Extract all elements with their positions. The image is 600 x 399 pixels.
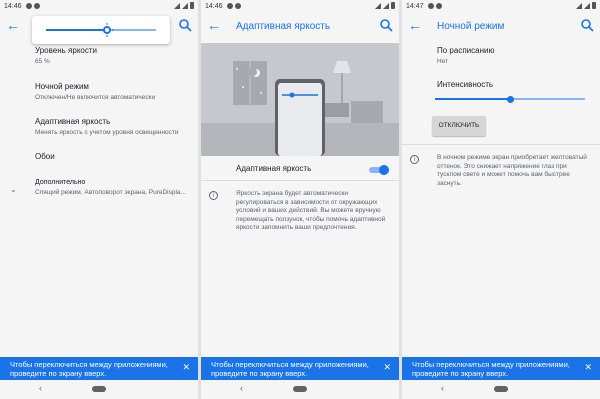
battery-icon — [592, 2, 596, 9]
signal-icon — [182, 2, 188, 9]
adaptive-brightness-illustration — [201, 43, 399, 156]
setting-intensity: Интенсивность — [402, 80, 600, 89]
back-arrow-icon[interactable]: ← — [408, 18, 422, 32]
setting-title: По расписанию — [437, 46, 495, 55]
home-pill-icon[interactable] — [92, 386, 106, 392]
setting-title: Обои — [35, 152, 55, 161]
setting-adaptive-brightness[interactable]: Адаптивная яркость Менять яркость с учет… — [0, 117, 198, 136]
snackbar-text: Чтобы переключиться между приложениями, … — [211, 360, 369, 378]
setting-subtitle: Нет — [437, 58, 449, 65]
nav-back-icon[interactable]: ‹ — [39, 383, 42, 393]
signal-icon — [584, 2, 590, 9]
close-icon[interactable]: ✕ — [584, 363, 592, 372]
wifi-icon — [375, 2, 381, 9]
brightness-popup — [32, 16, 170, 44]
status-time: 14:46 — [4, 2, 22, 10]
setting-title: Дополнительно — [35, 179, 86, 186]
search-icon[interactable] — [178, 18, 192, 32]
setting-advanced[interactable]: Дополнительно Спящий режим, Автоповорот … — [0, 179, 198, 196]
app-bar: ← Ночной режим — [402, 12, 600, 42]
night-mode-screen: 14:47 ← Ночной режим По расписанию Нет И… — [402, 0, 600, 399]
nav-back-icon[interactable]: ‹ — [441, 383, 444, 393]
close-icon[interactable]: ✕ — [383, 363, 391, 372]
close-icon[interactable]: ✕ — [182, 363, 190, 372]
shield-icon — [234, 3, 241, 9]
app-bar: ← Адаптивная яркость — [201, 12, 399, 42]
search-icon[interactable] — [580, 18, 594, 32]
info-icon: i — [410, 155, 419, 164]
home-pill-icon[interactable] — [293, 386, 307, 392]
snackbar-text: Чтобы переключиться между приложениями, … — [412, 360, 570, 378]
adaptive-brightness-toggle[interactable] — [369, 165, 389, 175]
setting-subtitle: Менять яркость с учетом уровня освещенно… — [35, 129, 179, 136]
page-title: Ночной режим — [437, 21, 505, 32]
page-title: Адаптивная яркость — [236, 21, 331, 32]
gesture-hint-snackbar: Чтобы переключиться между приложениями, … — [201, 357, 399, 380]
intensity-slider-fill — [435, 98, 510, 100]
battery-icon — [190, 2, 194, 9]
status-time: 14:46 — [205, 2, 223, 10]
shield-icon — [435, 3, 442, 9]
divider — [201, 180, 399, 181]
navigation-bar: ‹ — [201, 380, 399, 399]
setting-title: Ночной режим — [35, 82, 89, 91]
home-pill-icon[interactable] — [494, 386, 508, 392]
intensity-label: Интенсивность — [437, 80, 494, 89]
back-arrow-icon[interactable]: ← — [207, 18, 221, 32]
navigation-bar: ‹ — [0, 380, 198, 399]
back-arrow-icon[interactable]: ← — [6, 18, 20, 32]
notification-icon — [427, 3, 434, 9]
gesture-hint-snackbar: Чтобы переключиться между приложениями, … — [402, 357, 600, 380]
divider — [402, 144, 600, 145]
status-bar: 14:46 — [201, 0, 399, 12]
setting-subtitle: Отключен/Не включится автоматически — [35, 94, 156, 101]
battery-icon — [391, 2, 395, 9]
setting-subtitle: Спящий режим, Автоповорот экрана, PureDi… — [35, 189, 186, 196]
navigation-bar: ‹ — [402, 380, 600, 399]
wifi-icon — [576, 2, 582, 9]
setting-brightness-level[interactable]: Уровень яркости 65 % — [0, 46, 198, 65]
status-bar: 14:47 — [402, 0, 600, 12]
status-bar: 14:46 — [0, 0, 198, 12]
adaptive-brightness-screen: 14:46 ← Адаптивная яркость Адаптивная яр — [201, 0, 399, 399]
disable-button[interactable]: ОТКЛЮЧИТЬ — [432, 116, 486, 136]
shield-icon — [33, 3, 40, 9]
setting-schedule[interactable]: По расписанию Нет — [402, 46, 600, 65]
setting-subtitle: 65 % — [35, 58, 50, 65]
toggle-thumb — [379, 165, 389, 175]
status-time: 14:47 — [406, 2, 424, 10]
snackbar-text: Чтобы переключиться между приложениями, … — [10, 360, 168, 378]
intensity-slider-thumb[interactable] — [506, 95, 514, 103]
nav-back-icon[interactable]: ‹ — [240, 383, 243, 393]
gesture-hint-snackbar: Чтобы переключиться между приложениями, … — [0, 357, 198, 380]
info-icon: i — [209, 191, 218, 200]
setting-title: Адаптивная яркость — [35, 117, 111, 126]
brightness-thumb-icon[interactable] — [99, 23, 114, 37]
notification-icon — [226, 3, 233, 9]
setting-wallpaper[interactable]: Обои — [0, 152, 198, 161]
brightness-track-fill — [46, 29, 107, 31]
display-settings-screen: 14:46 ← Уровень яркости 65 % Ночной режи… — [0, 0, 198, 399]
wifi-icon — [174, 2, 180, 9]
setting-night-mode[interactable]: Ночной режим Отключен/Не включится автом… — [0, 82, 198, 101]
info-text: Яркость экрана будет автоматически регул… — [236, 190, 386, 231]
search-icon[interactable] — [379, 18, 393, 32]
notification-icon — [25, 3, 32, 9]
setting-title: Уровень яркости — [35, 46, 97, 55]
info-text: В ночном режиме экран приобретает желтов… — [437, 154, 587, 187]
signal-icon — [383, 2, 389, 9]
